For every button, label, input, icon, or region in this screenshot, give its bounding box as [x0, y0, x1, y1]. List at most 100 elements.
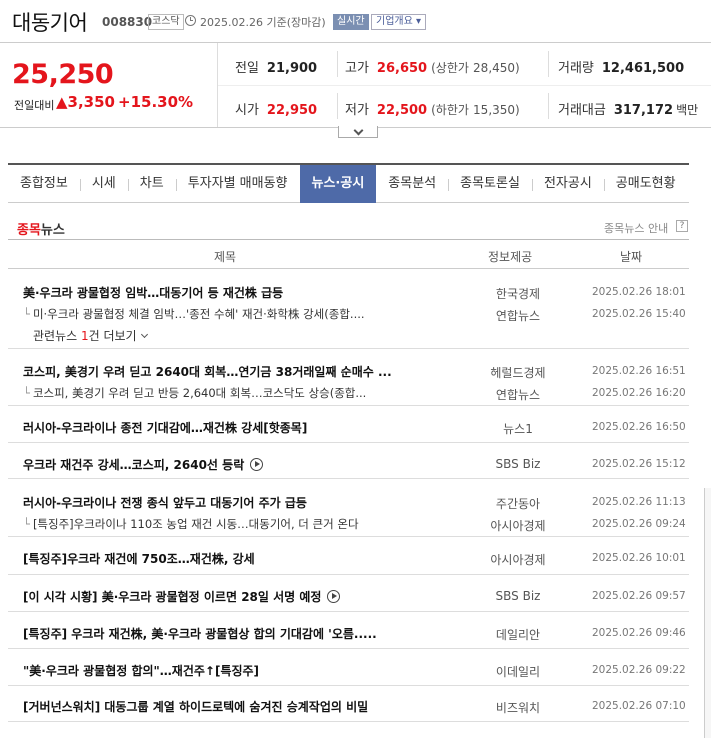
scrollbar[interactable] [704, 488, 711, 738]
market-badge: 코스닥 [148, 14, 184, 30]
upper-limit-label: (상한가 [431, 61, 469, 75]
price-summary: 25,250 전일대비 ▲3,350 +15.30% 전일 21,900 고가 26… [0, 42, 711, 128]
news-title-link[interactable]: [거버넌스워치] 대동그룹 계열 하이드로텍에 숨겨진 승계작업의 비밀 [23, 698, 368, 715]
news-title-text: 우크라 재건주 강세…코스피, 2640선 등락 [23, 458, 245, 472]
related-suffix: 건 더보기 [88, 329, 137, 343]
divider [548, 51, 549, 77]
section-title-rest: 뉴스 [40, 223, 65, 238]
news-source: 비즈워치 [495, 701, 541, 715]
stat-low: 저가 22,500 (하한가 15,350) [345, 99, 520, 118]
news-source: 아시아경제 [490, 553, 546, 567]
related-news-link[interactable]: └ 미·우크라 광물협정 체결 임박…'종전 수혜' 재건·화학株 강세(종합..… [23, 306, 365, 322]
news-title-link[interactable]: 러시아-우크라이나 전쟁 종식 앞두고 대동기어 주가 급등 [23, 494, 307, 511]
news-date: 2025.02.26 11:13 [592, 496, 686, 508]
clock-icon [185, 15, 196, 26]
col-title: 제목 [214, 250, 237, 264]
company-info-label: 기업개요 [376, 16, 413, 27]
news-title-link[interactable]: 코스피, 美경기 우려 딛고 2640대 회복…연기금 38거래일째 순매수 .… [23, 363, 392, 380]
divider [218, 85, 711, 86]
news-item: 러시아-우크라이나 전쟁 종식 앞두고 대동기어 주가 급등 주간동아 2025… [8, 479, 689, 537]
play-video-icon[interactable] [250, 458, 264, 471]
lower-limit-value: 15,350) [473, 103, 520, 117]
related-news-title: [특징주]우크라이나 110조 농업 재건 시동…대동기어, 더 큰거 온다 [32, 517, 359, 531]
stat-label: 저가 [345, 103, 369, 118]
stat-value: 22,500 [376, 103, 428, 118]
stat-volume: 거래량 12,461,500 [558, 57, 684, 76]
col-date: 날짜 [620, 250, 643, 264]
related-news-link[interactable]: └ [특징주]우크라이나 110조 농업 재건 시동…대동기어, 더 큰거 온다 [23, 516, 359, 532]
stat-prev-close: 전일 21,900 [235, 57, 317, 76]
news-title-link[interactable]: 우크라 재건주 강세…코스피, 2640선 등락 [23, 456, 264, 473]
stat-unit: 백만 [676, 103, 699, 117]
news-date: 2025.02.26 16:51 [592, 365, 686, 377]
news-source: 연합뉴스 [495, 388, 541, 402]
related-news-more-button[interactable]: 관련뉴스 1건 더보기 [33, 327, 148, 344]
stock-code: 008830 [102, 15, 153, 29]
col-source: 정보제공 [488, 250, 533, 264]
company-name: 대동기어 [12, 11, 88, 35]
news-title-link[interactable]: [특징주]우크라 재건에 750조…재건株, 강세 [23, 550, 255, 567]
company-info-dropdown[interactable]: 기업개요 ▾ [371, 14, 427, 30]
news-source: 주간동아 [495, 497, 541, 511]
news-date: 2025.02.26 18:01 [592, 286, 686, 298]
news-table-header: 제목 정보제공 날짜 [8, 239, 689, 269]
change-percent: +15.30% [118, 93, 194, 111]
news-item: [이 시각 시황] 美·우크라 광물협정 이르면 28일 서명 예정 SBS B… [8, 575, 689, 612]
tab-investor-trading[interactable]: 투자자별 매매동향 [175, 165, 300, 203]
stat-label: 거래대금 [558, 103, 606, 118]
news-source: 한국경제 [495, 287, 541, 301]
tab-overview[interactable]: 종합정보 [8, 165, 80, 203]
news-title-link[interactable]: "美·우크라 광물협정 합의"…재건주↑[특징주] [23, 662, 259, 679]
news-item: 美·우크라 광물협정 임박…대동기어 등 재건株 급등 한국경제 2025.02… [8, 269, 689, 349]
section-title-highlight: 종목 [17, 223, 41, 238]
tab-discussion[interactable]: 종목토론실 [448, 165, 532, 203]
news-date: 2025.02.26 15:12 [592, 458, 686, 470]
news-date: 2025.02.26 09:24 [592, 518, 686, 530]
tab-analysis[interactable]: 종목분석 [376, 165, 448, 203]
related-news-link[interactable]: └ 코스피, 美경기 우려 딛고 반등 2,640대 회복…코스닥도 상승(종합.… [23, 385, 366, 401]
news-title-link[interactable]: [이 시각 시황] 美·우크라 광물협정 이르면 28일 서명 예정 [23, 588, 341, 605]
stat-label: 고가 [345, 61, 369, 76]
stat-value: 21,900 [266, 61, 318, 76]
tab-short-selling[interactable]: 공매도현황 [603, 165, 688, 203]
tab-bar: 종합정보 시세 차트 투자자별 매매동향 뉴스·공시 종목분석 종목토론실 전자… [8, 163, 689, 203]
date-info: 2025.02.26 기준(장마감) [200, 16, 326, 29]
news-item: "美·우크라 광물협정 합의"…재건주↑[특징주] 이데일리 2025.02.2… [8, 649, 689, 686]
sub-item-marker: └ [23, 517, 30, 531]
news-title-link[interactable]: 美·우크라 광물협정 임박…대동기어 등 재건株 급등 [23, 284, 283, 301]
news-title-link[interactable]: [특징주] 우크라 재건株, 美·우크라 광물협상 합의 기대감에 '오름...… [23, 625, 377, 642]
news-date: 2025.02.26 07:10 [592, 700, 686, 712]
news-date: 2025.02.26 16:20 [592, 387, 686, 399]
news-date: 2025.02.26 16:50 [592, 421, 686, 433]
stat-value: 26,650 [376, 61, 428, 76]
divider [548, 93, 549, 119]
sub-item-marker: └ [23, 386, 30, 400]
tab-news-disclosure[interactable]: 뉴스·공시 [299, 164, 377, 203]
news-title-link[interactable]: 러시아-우크라이나 종전 기대감에…재건株 강세[핫종목] [23, 419, 307, 436]
news-date: 2025.02.26 09:22 [592, 664, 686, 676]
news-source: 아시아경제 [490, 519, 546, 533]
chevron-down-icon [140, 330, 148, 339]
tab-e-disclosure[interactable]: 전자공시 [531, 165, 604, 203]
news-source: 이데일리 [495, 665, 541, 679]
expand-chevron-button[interactable] [338, 126, 378, 138]
current-price: 25,250 [12, 59, 114, 90]
news-guide-link[interactable]: 종목뉴스 안내 [604, 220, 668, 236]
help-icon[interactable]: ? [676, 220, 688, 232]
play-video-icon[interactable] [327, 590, 341, 603]
realtime-button[interactable]: 실시간 [333, 14, 369, 30]
change-amount: ▲3,350 [56, 93, 115, 111]
stat-value: 317,172 [613, 103, 674, 118]
tab-quotes[interactable]: 시세 [79, 165, 128, 203]
news-source: 뉴스1 [503, 422, 533, 436]
news-item: [특징주]우크라 재건에 750조…재건株, 강세 아시아경제 2025.02.… [8, 537, 689, 575]
tab-chart[interactable]: 차트 [127, 165, 176, 203]
related-news-title: 미·우크라 광물협정 체결 임박…'종전 수혜' 재건·화학株 강세(종합...… [32, 307, 365, 321]
stat-label: 거래량 [558, 61, 594, 76]
news-source: SBS Biz [495, 457, 541, 471]
news-item: [특징주] 우크라 재건株, 美·우크라 광물협상 합의 기대감에 '오름...… [8, 612, 689, 649]
divider [337, 51, 338, 77]
news-date: 2025.02.26 10:01 [592, 552, 686, 564]
news-date: 2025.02.26 15:40 [592, 308, 686, 320]
news-source: 헤럴드경제 [490, 366, 546, 380]
